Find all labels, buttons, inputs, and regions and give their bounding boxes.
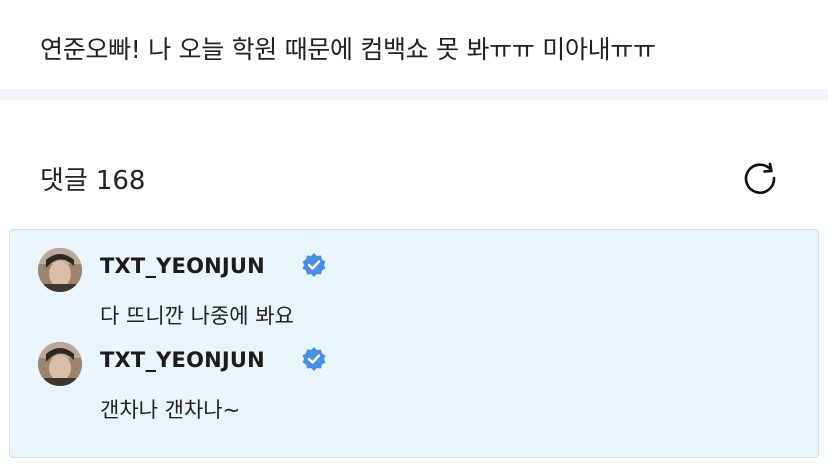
verified-badge-icon (302, 347, 326, 371)
comment-count: 168 (95, 166, 146, 196)
reply-text: 갠차나 갠차나~ (100, 398, 241, 422)
reply-author[interactable]: TXT_YEONJUN (100, 348, 265, 372)
reply-text: 다 뜨니깐 나중에 봐요 (100, 304, 294, 328)
refresh-button[interactable] (741, 160, 779, 196)
pinned-replies: TXT_YEONJUN 다 뜨니깐 나중에 봐요 TXT_YEONJUN 갠차나… (9, 229, 819, 458)
avatar[interactable] (38, 342, 82, 386)
comment-label: 댓글 (40, 166, 88, 196)
post-text: 연준오빠! 나 오늘 학원 때문에 컴백쇼 못 봐ㅠㅠ 미아내ㅠㅠ (40, 35, 656, 64)
reply-item: TXT_YEONJUN 다 뜨니깐 나중에 봐요 (38, 248, 798, 338)
section-divider (0, 89, 828, 100)
avatar[interactable] (38, 248, 82, 292)
reply-author[interactable]: TXT_YEONJUN (100, 254, 265, 278)
reply-item: TXT_YEONJUN 갠차나 갠차나~ (38, 342, 798, 432)
refresh-icon (744, 162, 776, 194)
verified-badge-icon (302, 253, 326, 277)
comment-header: 댓글 168 (40, 160, 145, 197)
